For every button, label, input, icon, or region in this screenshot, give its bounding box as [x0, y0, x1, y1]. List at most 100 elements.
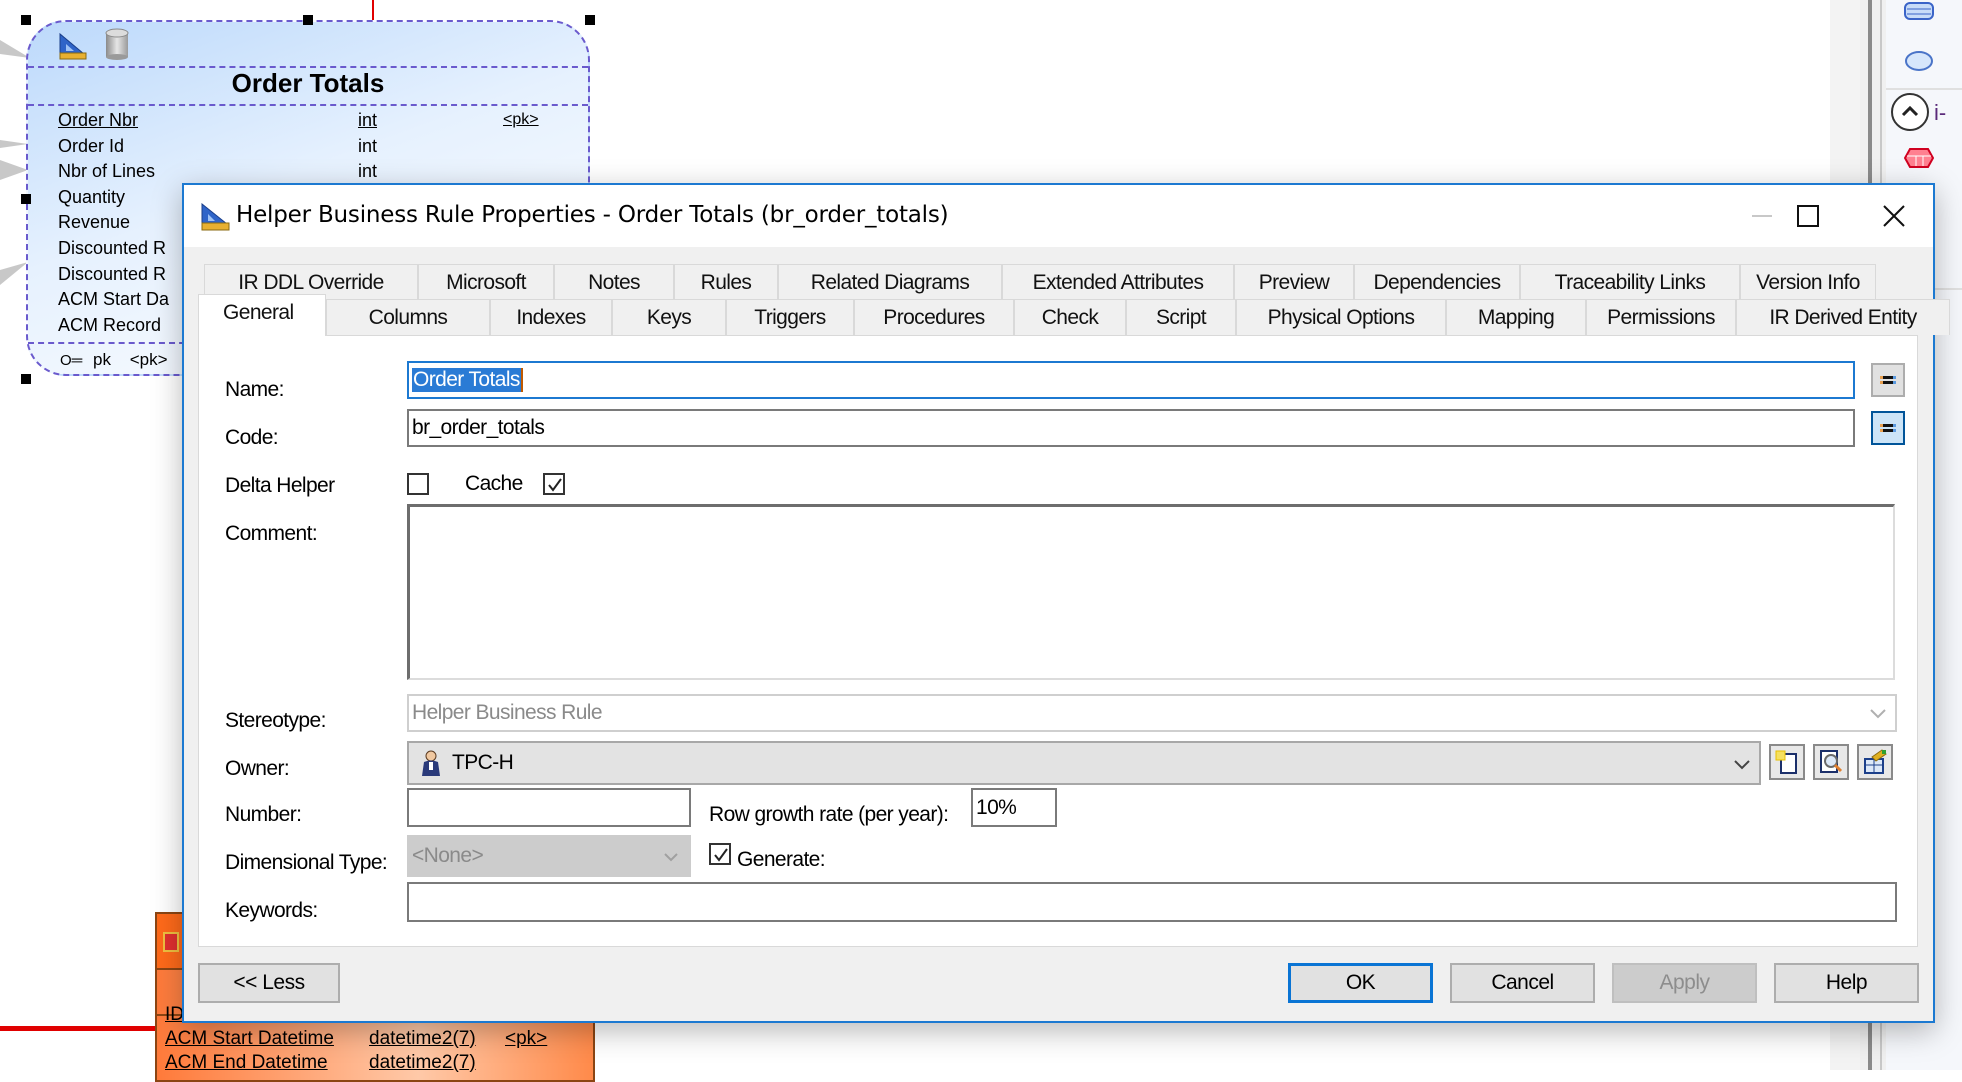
owner-properties-button[interactable]: [1857, 744, 1893, 780]
keywords-label: Keywords:: [225, 899, 318, 922]
entity-column-type: int: [358, 110, 378, 130]
checkmark-icon: [714, 848, 728, 862]
table-icon: [163, 932, 179, 952]
collapse-up-icon[interactable]: [1890, 92, 1930, 132]
entity-column-name: ACM Start Datetime: [165, 1028, 334, 1049]
entity-column-name: ACM End Datetime: [165, 1052, 328, 1073]
business-rule-icon: [59, 32, 87, 60]
entity-column-name: Quantity: [58, 186, 126, 207]
comment-label: Comment:: [225, 522, 318, 545]
number-label: Number:: [225, 803, 302, 826]
create-owner-button[interactable]: [1769, 744, 1805, 780]
name-input-value: Order Totals: [412, 368, 521, 392]
owner-dropdown[interactable]: TPC-H: [407, 741, 1761, 785]
entity-column-name: Order Nbr: [58, 110, 139, 130]
selection-handle[interactable]: [303, 15, 313, 25]
tab-traceability-links[interactable]: Traceability Links: [1520, 264, 1740, 300]
tab-preview[interactable]: Preview: [1234, 264, 1354, 300]
table-tool-icon[interactable]: [1904, 2, 1934, 22]
row-growth-input[interactable]: 10%: [971, 788, 1057, 827]
apply-button: Apply: [1612, 963, 1757, 1003]
generate-label: Generate:: [737, 848, 826, 871]
tab-keys[interactable]: Keys: [612, 299, 726, 335]
cancel-button[interactable]: Cancel: [1450, 963, 1595, 1003]
delta-helper-label: Delta Helper: [225, 474, 335, 497]
ellipse-tool-icon[interactable]: [1904, 50, 1934, 72]
owner-value: TPC-H: [452, 751, 514, 774]
generate-checkbox[interactable]: [709, 843, 731, 865]
tab-permissions[interactable]: Permissions: [1586, 299, 1736, 335]
keywords-input[interactable]: [407, 882, 1897, 922]
minimize-icon: [1752, 215, 1772, 217]
tab-mapping[interactable]: Mapping: [1446, 299, 1586, 335]
connector-line: [372, 0, 374, 22]
selection-handle[interactable]: [585, 15, 595, 25]
dimensional-type-dropdown[interactable]: <None>: [407, 835, 691, 877]
cache-label: Cache: [465, 472, 523, 495]
entity-column-name: Discounted R: [58, 238, 167, 258]
tab-procedures[interactable]: Procedures: [854, 299, 1014, 335]
maximize-button[interactable]: [1777, 185, 1839, 247]
tab-check[interactable]: Check: [1014, 299, 1126, 335]
row-growth-label: Row growth rate (per year):: [709, 803, 949, 826]
entity-column-name: ACM Record: [58, 314, 162, 335]
business-rule-icon: [201, 203, 230, 231]
tab-indexes[interactable]: Indexes: [490, 299, 612, 335]
selection-handle[interactable]: [21, 374, 31, 384]
tab-ir-derived-entity[interactable]: IR Derived Entity: [1736, 299, 1950, 335]
tab-microsoft[interactable]: Microsoft: [418, 264, 554, 300]
tab-dependencies[interactable]: Dependencies: [1354, 264, 1520, 300]
database-icon: [105, 28, 129, 60]
tab-rules[interactable]: Rules: [674, 264, 778, 300]
stereotype-dropdown[interactable]: Helper Business Rule: [407, 694, 1897, 732]
new-document-icon: [1775, 750, 1797, 774]
tab-physical-options[interactable]: Physical Options: [1236, 299, 1446, 335]
key-icon: O═: [60, 352, 83, 369]
search-icon: [1820, 750, 1843, 773]
tab-columns[interactable]: Columns: [326, 299, 490, 335]
entity-column-type: int: [358, 161, 378, 182]
tab-script[interactable]: Script: [1126, 299, 1236, 335]
tab-notes[interactable]: Notes: [554, 264, 674, 300]
cache-checkbox[interactable]: [543, 473, 565, 495]
selection-handle[interactable]: [21, 15, 31, 25]
tab-version-info[interactable]: Version Info: [1740, 264, 1876, 300]
entity-column-key: <pk>: [503, 111, 539, 128]
name-label: Name:: [225, 378, 284, 401]
name-code-sync-button[interactable]: [1871, 363, 1905, 397]
equals-icon: [1880, 376, 1896, 384]
owner-label: Owner:: [225, 757, 290, 780]
tab-related-diagrams[interactable]: Related Diagrams: [778, 264, 1002, 300]
entity-column-name: Revenue: [58, 212, 131, 233]
delta-helper-checkbox[interactable]: [407, 473, 429, 495]
stereotype-value: Helper Business Rule: [412, 701, 603, 724]
entity-column-type: datetime2(7): [369, 1028, 476, 1049]
tab-general[interactable]: General: [198, 294, 326, 336]
entity-column-name: ACM Start Da: [58, 289, 170, 310]
name-input[interactable]: Order Totals: [407, 361, 1855, 399]
close-button[interactable]: [1863, 185, 1925, 247]
user-icon: [422, 750, 440, 776]
dimensional-type-label: Dimensional Type:: [225, 851, 388, 874]
comment-textarea[interactable]: [407, 504, 1895, 680]
tab-triggers[interactable]: Triggers: [726, 299, 854, 335]
entity-key-row: O═ pk <pk>: [60, 350, 168, 369]
less-button[interactable]: << Less: [198, 963, 340, 1003]
checkmark-icon: [548, 478, 562, 492]
dialog-titlebar[interactable]: Helper Business Rule Properties - Order …: [184, 185, 1933, 247]
help-button[interactable]: Help: [1774, 963, 1919, 1003]
dialog-title: Helper Business Rule Properties - Order …: [236, 202, 949, 228]
browse-owner-button[interactable]: [1813, 744, 1849, 780]
ok-button[interactable]: OK: [1288, 963, 1433, 1003]
number-input[interactable]: [407, 788, 691, 827]
maximize-icon: [1797, 205, 1819, 227]
code-input[interactable]: br_order_totals: [407, 409, 1855, 447]
view-tool-icon[interactable]: [1904, 148, 1934, 168]
tab-extended-attributes[interactable]: Extended Attributes: [1002, 264, 1234, 300]
entity-title: Order Totals: [231, 68, 385, 98]
equals-icon: [1880, 424, 1896, 432]
properties-dialog: Helper Business Rule Properties - Order …: [182, 183, 1950, 1023]
selection-handle[interactable]: [21, 194, 31, 204]
stereotype-label: Stereotype:: [225, 709, 326, 732]
code-name-sync-button[interactable]: [1871, 411, 1905, 445]
